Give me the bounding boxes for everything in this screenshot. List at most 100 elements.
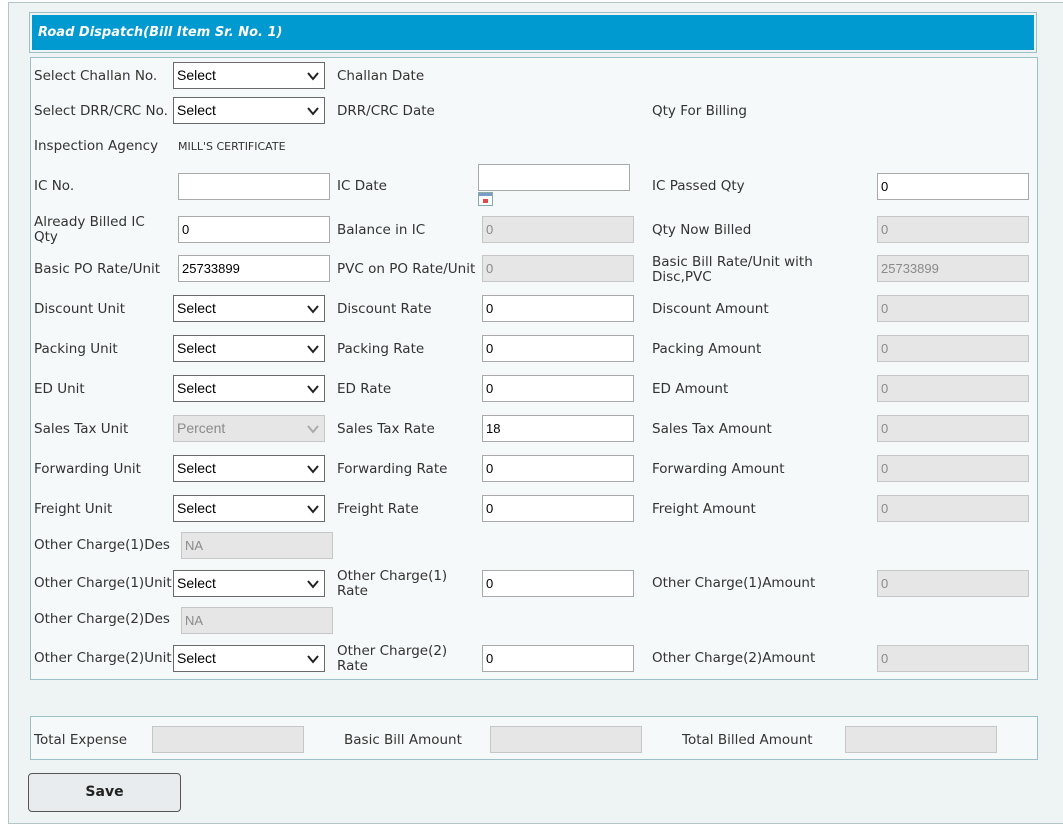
discount-unit-select[interactable]: Select	[173, 295, 325, 322]
chevron-down-icon	[307, 465, 319, 474]
forwarding-amount-label: Forwarding Amount	[652, 461, 785, 477]
oc2-amount-input	[877, 645, 1029, 672]
oc2-unit-label: Other Charge(2)Unit	[34, 650, 172, 666]
freight-amount-input	[877, 495, 1029, 522]
inspection-agency-value: MILL'S CERTIFICATE	[178, 140, 286, 153]
calendar-icon[interactable]	[478, 192, 493, 206]
oc1-unit-select[interactable]: Select	[173, 570, 325, 597]
chevron-down-icon	[307, 425, 319, 434]
oc1-des-input	[181, 532, 333, 559]
chevron-down-icon	[307, 72, 319, 81]
freight-unit-select[interactable]: Select	[173, 495, 325, 522]
forwarding-unit-select[interactable]: Select	[173, 455, 325, 482]
sales-tax-rate-input[interactable]	[482, 415, 634, 442]
packing-amount-label: Packing Amount	[652, 341, 762, 357]
sales-tax-unit-select: Percent	[173, 415, 325, 442]
sales-tax-unit-label: Sales Tax Unit	[34, 421, 129, 437]
ic-no-input[interactable]	[178, 173, 330, 200]
basic-bill-rate-label: Basic Bill Rate/Unit with Disc,PVC	[652, 254, 813, 285]
ic-date-input[interactable]	[478, 164, 630, 191]
ed-amount-input	[877, 375, 1029, 402]
section-title: Road Dispatch(Bill Item Sr. No. 1)	[32, 15, 1034, 50]
chevron-down-icon	[307, 505, 319, 514]
discount-rate-input[interactable]	[482, 295, 634, 322]
pvc-on-po-input	[482, 255, 634, 282]
chevron-down-icon	[307, 345, 319, 354]
section-header: Road Dispatch(Bill Item Sr. No. 1)	[29, 12, 1037, 53]
challan-date-label: Challan Date	[337, 68, 425, 84]
sales-tax-unit-select-value: Percent	[177, 420, 226, 436]
packing-amount-input	[877, 335, 1029, 362]
ed-rate-label: ED Rate	[337, 381, 392, 397]
oc2-unit-select-value: Select	[177, 650, 216, 666]
freight-rate-input[interactable]	[482, 495, 634, 522]
basic-bill-rate-input	[877, 255, 1029, 282]
ic-date-label: IC Date	[337, 178, 387, 194]
ed-unit-select[interactable]: Select	[173, 375, 325, 402]
oc2-amount-label: Other Charge(2)Amount	[652, 650, 816, 666]
challan-no-label: Select Challan No.	[34, 68, 158, 84]
freight-unit-label: Freight Unit	[34, 501, 113, 517]
basic-bill-amount-label: Basic Bill Amount	[344, 732, 462, 748]
oc2-rate-input[interactable]	[482, 645, 634, 672]
oc1-unit-label: Other Charge(1)Unit	[34, 575, 172, 591]
total-expense-input	[152, 726, 304, 753]
total-billed-amount-input	[845, 726, 997, 753]
forwarding-unit-label: Forwarding Unit	[34, 461, 141, 477]
discount-amount-label: Discount Amount	[652, 301, 769, 317]
discount-amount-input	[877, 295, 1029, 322]
packing-rate-input[interactable]	[482, 335, 634, 362]
basic-po-rate-input[interactable]	[178, 255, 330, 282]
chevron-down-icon	[307, 655, 319, 664]
discount-unit-select-value: Select	[177, 300, 216, 316]
total-expense-label: Total Expense	[34, 732, 128, 748]
forwarding-rate-label: Forwarding Rate	[337, 461, 448, 477]
ic-passed-qty-input[interactable]	[877, 173, 1029, 200]
inspection-agency-label: Inspection Agency	[34, 138, 159, 154]
balance-in-ic-label: Balance in IC	[337, 222, 426, 238]
chevron-down-icon	[307, 385, 319, 394]
forwarding-amount-input	[877, 455, 1029, 482]
already-billed-label: Already Billed IC Qty	[34, 214, 145, 245]
oc1-rate-input[interactable]	[482, 570, 634, 597]
already-billed-input[interactable]	[178, 216, 330, 243]
drr-no-label: Select DRR/CRC No.	[34, 103, 168, 119]
discount-rate-label: Discount Rate	[337, 301, 432, 317]
oc2-rate-label: Other Charge(2) Rate	[337, 643, 448, 674]
ed-rate-input[interactable]	[482, 375, 634, 402]
ed-amount-label: ED Amount	[652, 381, 729, 397]
drr-no-select-value: Select	[177, 102, 216, 118]
challan-no-select[interactable]: Select	[173, 62, 325, 89]
packing-unit-select[interactable]: Select	[173, 335, 325, 362]
packing-rate-label: Packing Rate	[337, 341, 425, 357]
basic-po-rate-label: Basic PO Rate/Unit	[34, 261, 161, 277]
ed-unit-select-value: Select	[177, 380, 216, 396]
pvc-on-po-label: PVC on PO Rate/Unit	[337, 261, 476, 277]
freight-amount-label: Freight Amount	[652, 501, 756, 517]
forwarding-rate-input[interactable]	[482, 455, 634, 482]
oc2-unit-select[interactable]: Select	[173, 645, 325, 672]
packing-unit-select-value: Select	[177, 340, 216, 356]
sales-tax-rate-label: Sales Tax Rate	[337, 421, 435, 437]
basic-bill-amount-input	[490, 726, 642, 753]
challan-no-select-value: Select	[177, 67, 216, 83]
ed-unit-label: ED Unit	[34, 381, 85, 397]
drr-date-label: DRR/CRC Date	[337, 103, 435, 119]
drr-no-select[interactable]: Select	[173, 97, 325, 124]
qty-now-billed-label: Qty Now Billed	[652, 222, 752, 238]
oc1-rate-label: Other Charge(1) Rate	[337, 568, 448, 599]
ic-no-label: IC No.	[34, 178, 75, 194]
discount-unit-label: Discount Unit	[34, 301, 126, 317]
packing-unit-label: Packing Unit	[34, 341, 118, 357]
qty-now-billed-input	[877, 216, 1029, 243]
sales-tax-amount-label: Sales Tax Amount	[652, 421, 772, 437]
save-button[interactable]: Save	[28, 773, 181, 812]
oc1-amount-label: Other Charge(1)Amount	[652, 575, 816, 591]
total-billed-amount-label: Total Billed Amount	[682, 732, 813, 748]
freight-rate-label: Freight Rate	[337, 501, 419, 517]
sales-tax-amount-input	[877, 415, 1029, 442]
forwarding-unit-select-value: Select	[177, 460, 216, 476]
balance-in-ic-input	[482, 216, 634, 243]
chevron-down-icon	[307, 580, 319, 589]
qty-for-billing-label: Qty For Billing	[652, 103, 747, 119]
